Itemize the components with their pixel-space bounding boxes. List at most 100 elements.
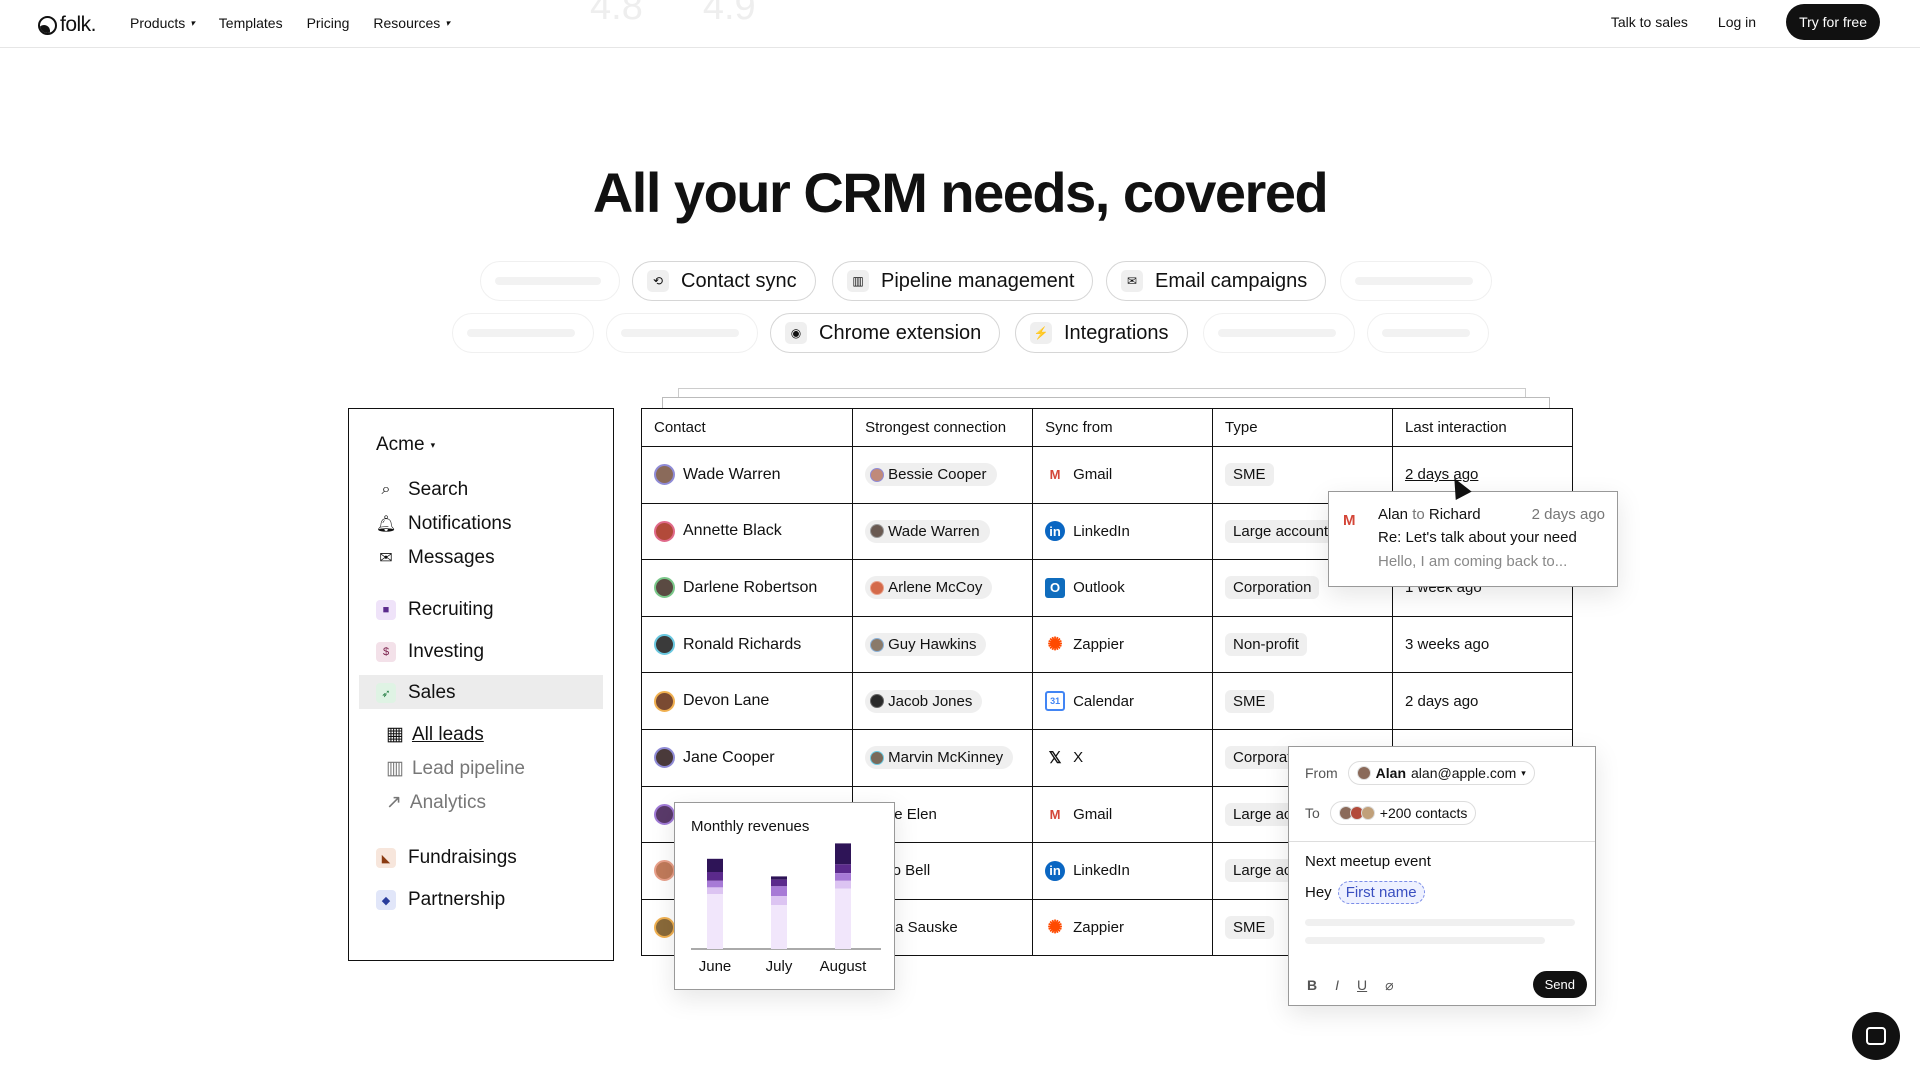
cell-source[interactable]: in LinkedIn bbox=[1032, 842, 1214, 900]
cell-connection[interactable]: Guy Hawkins bbox=[852, 615, 1034, 674]
nav-templates[interactable]: Templates bbox=[219, 15, 283, 31]
composer-subject[interactable]: Next meetup event bbox=[1305, 853, 1431, 870]
source-name: Zappier bbox=[1073, 636, 1124, 654]
cell-contact[interactable]: Ronald Richards bbox=[640, 615, 854, 674]
cell-connection[interactable]: Jacob Jones bbox=[852, 672, 1034, 730]
sidebar-item-notifications[interactable]: 🔔︎ Notifications bbox=[376, 513, 512, 535]
cell-connection[interactable]: Wade Warren bbox=[852, 502, 1034, 561]
logo-mark-icon bbox=[38, 15, 57, 35]
variable-tag[interactable]: First name bbox=[1337, 881, 1425, 904]
cell-source[interactable]: in LinkedIn bbox=[1032, 502, 1214, 561]
source-name: X bbox=[1073, 749, 1084, 767]
cell-source[interactable]: 𝕏X bbox=[1032, 728, 1214, 787]
cell-type[interactable]: Non-profit bbox=[1212, 615, 1393, 674]
cell-contact[interactable]: Darlene Robertson bbox=[640, 559, 854, 617]
email-from: Alan bbox=[1378, 506, 1409, 523]
send-button[interactable]: Send bbox=[1532, 971, 1587, 998]
column-header-type[interactable]: Type bbox=[1212, 408, 1393, 447]
connection-name: Bessie Cooper bbox=[888, 466, 987, 484]
ghost-pill bbox=[480, 261, 620, 301]
recipients-chip[interactable]: +200 contacts bbox=[1329, 801, 1477, 825]
cell-source[interactable]: M Gmail bbox=[1032, 446, 1214, 504]
column-header-connection[interactable]: Strongest connection bbox=[852, 408, 1034, 447]
sidebar-item-investing[interactable]: $ Investing bbox=[376, 641, 484, 663]
column-header-contact[interactable]: Contact bbox=[640, 408, 854, 447]
bold-button[interactable]: B bbox=[1307, 977, 1317, 994]
column-header-sync[interactable]: Sync from bbox=[1032, 408, 1214, 447]
connection-name: Marvin McKinney bbox=[888, 749, 1004, 767]
sidebar-item-label: Messages bbox=[408, 547, 495, 568]
cell-source[interactable]: 31 Calendar bbox=[1032, 672, 1214, 730]
envelope-icon: ✉ bbox=[379, 550, 393, 567]
last-interaction-link[interactable]: 2 days ago bbox=[1405, 466, 1478, 483]
sidebar-item-messages[interactable]: ✉ Messages bbox=[376, 547, 495, 569]
feature-label: Pipeline management bbox=[881, 269, 1075, 292]
cell-source[interactable]: M Gmail bbox=[1032, 785, 1214, 844]
email-preview-card[interactable]: M Alan to Richard 2 days ago Re: Let's t… bbox=[1328, 491, 1618, 587]
cell-connection[interactable]: Arlene McCoy bbox=[852, 559, 1034, 617]
sidebar-sub-label: All leads bbox=[411, 723, 484, 745]
cell-source[interactable]: ✺ Zappier bbox=[1032, 615, 1214, 674]
sidebar-item-fundraisings[interactable]: ◣ Fundraisings bbox=[376, 847, 517, 869]
sidebar-item-partnership[interactable]: ◆ Partnership bbox=[376, 889, 505, 911]
contact-name: Ronald Richards bbox=[683, 635, 802, 653]
ghost-pill bbox=[452, 313, 594, 353]
table-row[interactable]: Devon Lane Jacob Jones 31 Calendar SME 2 … bbox=[640, 672, 1574, 730]
bar-segment-august bbox=[835, 843, 851, 865]
table-row[interactable]: Ronald Richards Guy Hawkins ✺ Zappier Non… bbox=[640, 615, 1574, 674]
cell-last-interaction[interactable]: 3 weeks ago bbox=[1391, 615, 1574, 674]
sidebar-sub-all-leads[interactable]: ▦ All leads bbox=[386, 723, 484, 746]
bar-segment-june bbox=[707, 858, 723, 872]
cell-source[interactable]: O Outlook bbox=[1032, 559, 1214, 617]
log-in-link[interactable]: Log in bbox=[1718, 14, 1756, 30]
cell-source[interactable]: ✺ Zappier bbox=[1032, 898, 1214, 957]
from-name: Alan bbox=[1375, 765, 1407, 781]
logo[interactable]: folk. bbox=[38, 13, 97, 37]
feature-pill-pipeline[interactable]: ▥ Pipeline management bbox=[832, 261, 1094, 301]
sidebar-sub-analytics[interactable]: ↗ Analytics bbox=[386, 791, 486, 814]
column-header-last-interaction[interactable]: Last interaction bbox=[1391, 408, 1574, 447]
cell-connection[interactable]: Bessie Cooper bbox=[852, 446, 1034, 504]
body-placeholder bbox=[1305, 937, 1545, 944]
sidebar-sub-lead-pipeline[interactable]: ▥ Lead pipeline bbox=[386, 757, 525, 780]
cell-contact[interactable]: Wade Warren bbox=[640, 446, 854, 504]
avatar bbox=[654, 690, 675, 712]
avatar bbox=[1360, 806, 1375, 820]
cell-last-interaction[interactable]: 2 days ago bbox=[1391, 672, 1574, 730]
feature-pill-email-campaigns[interactable]: ✉ Email campaigns bbox=[1106, 261, 1327, 301]
trend-icon: ↗ bbox=[386, 792, 402, 813]
type-badge: SME bbox=[1225, 463, 1274, 487]
cell-contact[interactable]: Annette Black bbox=[640, 502, 854, 561]
nav-pricing[interactable]: Pricing bbox=[307, 15, 350, 31]
type-badge: Non-profit bbox=[1225, 633, 1307, 657]
composer-body[interactable]: Hey First name bbox=[1305, 881, 1425, 904]
ghost-pill bbox=[1340, 261, 1492, 301]
italic-button[interactable]: I bbox=[1335, 977, 1339, 994]
nav-products[interactable]: Products ▾ bbox=[130, 15, 195, 31]
source-name: Gmail bbox=[1073, 466, 1113, 484]
sidebar-item-search[interactable]: ⌕ Search bbox=[376, 479, 469, 501]
feature-pill-chrome-extension[interactable]: ◉ Chrome extension bbox=[770, 313, 1001, 353]
workspace-switcher[interactable]: Acme ▾ bbox=[376, 434, 435, 456]
feature-pill-contact-sync[interactable]: ⟲ Contact sync bbox=[632, 261, 816, 301]
chat-launcher-button[interactable] bbox=[1852, 1012, 1900, 1060]
source-name: LinkedIn bbox=[1073, 862, 1130, 880]
underline-button[interactable]: U bbox=[1357, 977, 1367, 994]
sidebar-item-sales[interactable]: ➶ Sales bbox=[376, 682, 456, 704]
cell-contact[interactable]: Devon Lane bbox=[640, 672, 854, 730]
try-for-free-button[interactable]: Try for free bbox=[1786, 4, 1880, 40]
x-logo-icon: 𝕏 bbox=[1048, 749, 1062, 767]
talk-to-sales-link[interactable]: Talk to sales bbox=[1611, 14, 1688, 30]
from-selector[interactable]: Alan alan@apple.com ▾ bbox=[1347, 761, 1535, 785]
nav-resources[interactable]: Resources ▾ bbox=[373, 15, 449, 31]
cell-type[interactable]: SME bbox=[1212, 672, 1393, 730]
attachment-icon[interactable]: ⌀ bbox=[1385, 977, 1393, 994]
ghost-rating-1: 4.8 bbox=[590, 0, 643, 28]
cell-connection[interactable]: Marvin McKinney bbox=[852, 728, 1034, 787]
feature-pill-integrations[interactable]: ⚡ Integrations bbox=[1015, 313, 1188, 353]
rocket-icon: ➶ bbox=[376, 683, 396, 703]
sidebar-item-recruiting[interactable]: ■ Recruiting bbox=[376, 599, 494, 621]
bar-segment-july bbox=[771, 876, 787, 880]
bell-icon: 🔔︎ bbox=[375, 516, 397, 533]
cell-contact[interactable]: Jane Cooper bbox=[640, 728, 854, 787]
